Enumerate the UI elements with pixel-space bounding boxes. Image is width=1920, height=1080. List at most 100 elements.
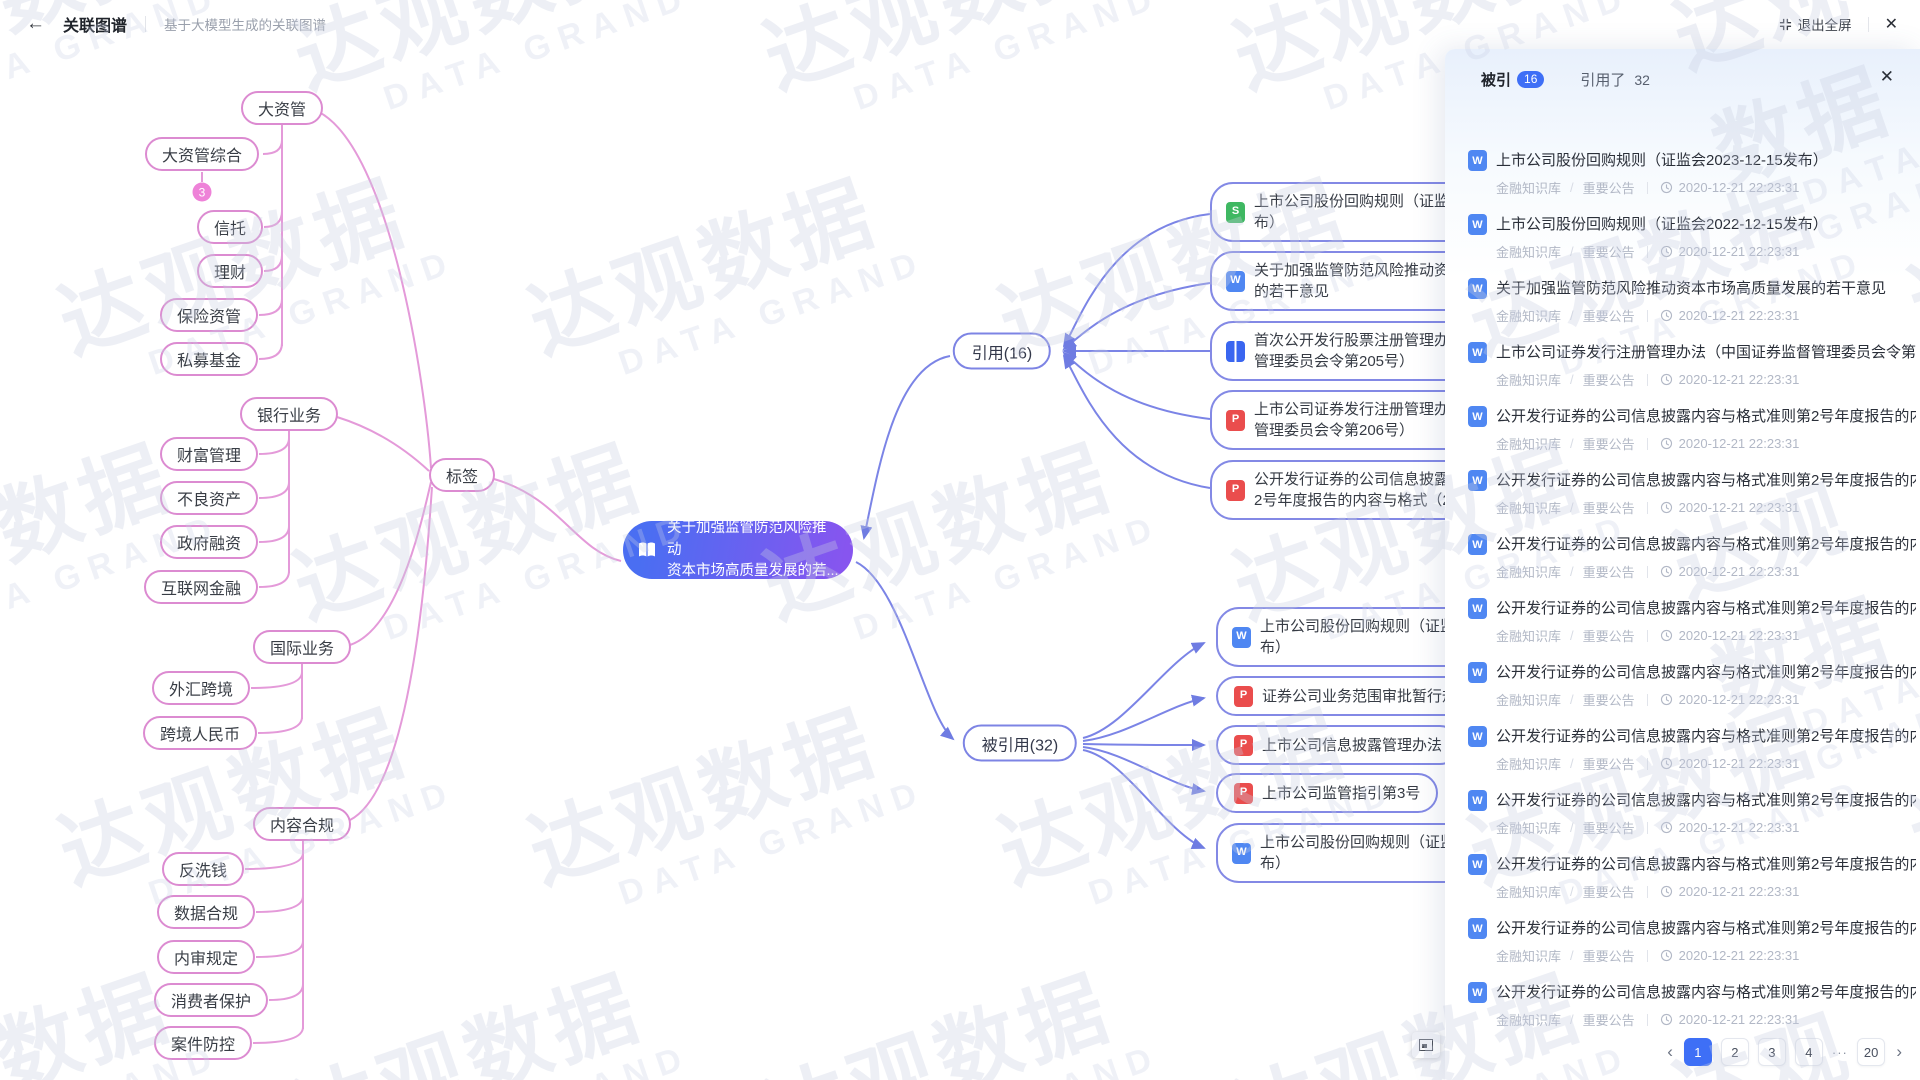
clock-icon xyxy=(1660,501,1673,514)
doc-title[interactable]: 公开发行证券的公司信息披露内容与格式准则第2号年度报告的内... xyxy=(1496,981,1916,1002)
clock-icon xyxy=(1660,373,1673,386)
panel-tabs: 被引 16 引用了 32 ✕ xyxy=(1445,49,1920,90)
doc-title[interactable]: 上市公司股份回购规则（证监会2022-12-15发布） xyxy=(1496,213,1828,234)
clock-icon xyxy=(1660,565,1673,578)
mindmap-node[interactable]: 跨境人民币 xyxy=(143,716,257,750)
doc-node[interactable]: 上市公司监管指引第3号 xyxy=(1216,773,1438,813)
doc-meta: 金融知识库/重要公告2020-12-21 22:23:31 xyxy=(1496,1010,1916,1029)
page-button-1[interactable]: 1 xyxy=(1684,1038,1712,1066)
cited-by-group-node[interactable]: 被引用(32) xyxy=(963,725,1077,762)
doc-meta: 金融知识库/重要公告2020-12-21 22:23:31 xyxy=(1496,370,1916,389)
word-doc-icon xyxy=(1232,843,1251,864)
mindmap-node-guojiyewu[interactable]: 国际业务 xyxy=(253,630,351,664)
mindmap-node-neironghegui[interactable]: 内容合规 xyxy=(253,807,351,841)
ppt-doc-icon xyxy=(1226,480,1245,501)
doc-meta: 金融知识库/重要公告2020-12-21 22:23:31 xyxy=(1496,306,1886,325)
word-doc-icon xyxy=(1468,214,1487,235)
mindmap-node[interactable]: 私募基金 xyxy=(160,342,258,376)
list-item[interactable]: 公开发行证券的公司信息披露内容与格式准则第2号年度报告的内...金融知识库/重要… xyxy=(1445,405,1920,449)
header-divider xyxy=(145,16,146,32)
list-item[interactable]: 公开发行证券的公司信息披露内容与格式准则第2号年度报告的内...金融知识库/重要… xyxy=(1445,917,1920,961)
list-item[interactable]: 公开发行证券的公司信息披露内容与格式准则第2号年度报告的内...金融知识库/重要… xyxy=(1445,661,1920,705)
ppt-doc-icon xyxy=(1234,686,1253,707)
word-doc-icon xyxy=(1468,790,1487,811)
doc-title[interactable]: 公开发行证券的公司信息披露内容与格式准则第2号年度报告的内... xyxy=(1496,725,1916,746)
list-item[interactable]: 公开发行证券的公司信息披露内容与格式准则第2号年度报告的内...金融知识库/重要… xyxy=(1445,597,1920,641)
mindmap-node[interactable]: 外汇跨境 xyxy=(152,671,250,705)
clock-icon xyxy=(1660,757,1673,770)
mindmap-node[interactable]: 财富管理 xyxy=(160,437,258,471)
close-icon[interactable]: ✕ xyxy=(1885,14,1898,34)
doc-meta: 金融知识库/重要公告2020-12-21 22:23:31 xyxy=(1496,882,1916,901)
list-item[interactable]: 公开发行证券的公司信息披露内容与格式准则第2号年度报告的内...金融知识库/重要… xyxy=(1445,469,1920,513)
mindmap-node-daziguan[interactable]: 大资管 xyxy=(241,91,323,125)
panel-close-icon[interactable]: ✕ xyxy=(1880,67,1894,87)
doc-title[interactable]: 公开发行证券的公司信息披露内容与格式准则第2号年度报告的内... xyxy=(1496,597,1916,618)
word-doc-icon xyxy=(1468,918,1487,939)
list-item[interactable]: 上市公司股份回购规则（证监会2023-12-15发布）金融知识库/重要公告202… xyxy=(1445,149,1920,193)
mindmap-node[interactable]: 理财 xyxy=(197,254,263,288)
list-item[interactable]: 上市公司证券发行注册管理办法（中国证券监督管理委员会令第2...金融知识库/重要… xyxy=(1445,341,1920,385)
doc-title[interactable]: 公开发行证券的公司信息披露内容与格式准则第2号年度报告的内... xyxy=(1496,661,1916,682)
mindmap-node[interactable]: 保险资管 xyxy=(160,298,258,332)
word-doc-icon xyxy=(1468,406,1487,427)
mindmap-node[interactable]: 消费者保护 xyxy=(154,983,268,1017)
doc-title[interactable]: 公开发行证券的公司信息披露内容与格式准则第2号年度报告的内... xyxy=(1496,469,1916,490)
list-item[interactable]: 公开发行证券的公司信息披露内容与格式准则第2号年度报告的内...金融知识库/重要… xyxy=(1445,725,1920,769)
back-arrow-icon[interactable]: ← xyxy=(26,13,45,35)
mindmap-node-yinhangyewu[interactable]: 银行业务 xyxy=(240,397,338,431)
doc-title[interactable]: 公开发行证券的公司信息披露内容与格式准则第2号年度报告的内... xyxy=(1496,853,1916,874)
doc-title[interactable]: 公开发行证券的公司信息披露内容与格式准则第2号年度报告的内... xyxy=(1496,789,1916,810)
doc-title[interactable]: 上市公司证券发行注册管理办法（中国证券监督管理委员会令第2... xyxy=(1496,341,1916,362)
page-button-4[interactable]: 4 xyxy=(1795,1038,1823,1066)
doc-node[interactable]: 上市公司信息披露管理办法 xyxy=(1216,725,1460,765)
doc-title[interactable]: 上市公司股份回购规则（证监会2023-12-15发布） xyxy=(1496,149,1828,170)
root-document-node[interactable]: 关于加强监管防范风险推动 资本市场高质量发展的若... xyxy=(623,521,853,579)
word-doc-icon xyxy=(1468,598,1487,619)
collapsed-count-badge[interactable]: 3 xyxy=(193,183,212,202)
ppt-doc-icon xyxy=(1234,783,1253,804)
mindmap-node-tags-root[interactable]: 标签 xyxy=(429,458,495,492)
mindmap-node[interactable]: 数据合规 xyxy=(157,895,255,929)
next-page-button[interactable]: › xyxy=(1894,1042,1904,1062)
doc-list: 上市公司股份回购规则（证监会2023-12-15发布） 金融知识库/重要公告202… xyxy=(1445,149,1920,1045)
minimap-toggle-button[interactable] xyxy=(1412,1032,1440,1058)
word-doc-icon xyxy=(1468,342,1487,363)
references-group-node[interactable]: 引用(16) xyxy=(953,333,1051,370)
clock-icon xyxy=(1660,629,1673,642)
exit-fullscreen-button[interactable]: 退出全屏 xyxy=(1779,14,1852,34)
mindmap-node[interactable]: 不良资产 xyxy=(160,481,258,515)
word-doc-icon xyxy=(1226,271,1245,292)
tab-references[interactable]: 引用了 32 xyxy=(1580,69,1650,90)
doc-title[interactable]: 公开发行证券的公司信息披露内容与格式准则第2号年度报告的内... xyxy=(1496,405,1916,426)
mindmap-node[interactable]: 政府融资 xyxy=(160,525,258,559)
mindmap-node[interactable]: 大资管综合 xyxy=(145,137,259,171)
word-doc-icon xyxy=(1468,470,1487,491)
list-item[interactable]: 公开发行证券的公司信息披露内容与格式准则第2号年度报告的内...金融知识库/重要… xyxy=(1445,853,1920,897)
page-button-3[interactable]: 3 xyxy=(1758,1038,1786,1066)
list-item[interactable]: 公开发行证券的公司信息披露内容与格式准则第2号年度报告的内...金融知识库/重要… xyxy=(1445,789,1920,833)
mindmap-node[interactable]: 信托 xyxy=(197,210,263,244)
list-item[interactable]: 公开发行证券的公司信息披露内容与格式准则第2号年度报告的内...金融知识库/重要… xyxy=(1445,981,1920,1025)
list-item[interactable]: 关于加强监管防范风险推动资本市场高质量发展的若干意见金融知识库/重要公告2020… xyxy=(1445,277,1920,321)
exit-fullscreen-icon xyxy=(1779,18,1792,31)
mindmap-node[interactable]: 反洗钱 xyxy=(162,852,244,886)
ppt-doc-icon xyxy=(1226,410,1245,431)
mindmap-node[interactable]: 案件防控 xyxy=(154,1026,252,1060)
page-button-2[interactable]: 2 xyxy=(1721,1038,1749,1066)
app-window: ← 关联图谱 基于大模型生成的关联图谱 退出全屏 ✕ xyxy=(0,0,1920,1080)
pagination-ellipsis: ··· xyxy=(1832,1045,1848,1060)
tab-cited-by[interactable]: 被引 16 xyxy=(1481,69,1544,90)
doc-meta: 金融知识库/重要公告2020-12-21 22:23:31 xyxy=(1496,754,1916,773)
mindmap-node[interactable]: 互联网金融 xyxy=(144,570,258,604)
word-doc-icon xyxy=(1468,726,1487,747)
list-item[interactable]: 上市公司股份回购规则（证监会2022-12-15发布）金融知识库/重要公告202… xyxy=(1445,213,1920,257)
list-item[interactable]: 公开发行证券的公司信息披露内容与格式准则第2号年度报告的内...金融知识库/重要… xyxy=(1445,533,1920,577)
doc-title[interactable]: 公开发行证券的公司信息披露内容与格式准则第2号年度报告的内... xyxy=(1496,917,1916,938)
doc-title[interactable]: 关于加强监管防范风险推动资本市场高质量发展的若干意见 xyxy=(1496,277,1886,298)
prev-page-button[interactable]: ‹ xyxy=(1665,1042,1675,1062)
page-button-last[interactable]: 20 xyxy=(1857,1038,1885,1066)
header-divider xyxy=(1868,17,1869,32)
doc-title[interactable]: 公开发行证券的公司信息披露内容与格式准则第2号年度报告的内... xyxy=(1496,533,1916,554)
mindmap-node[interactable]: 内审规定 xyxy=(157,940,255,974)
